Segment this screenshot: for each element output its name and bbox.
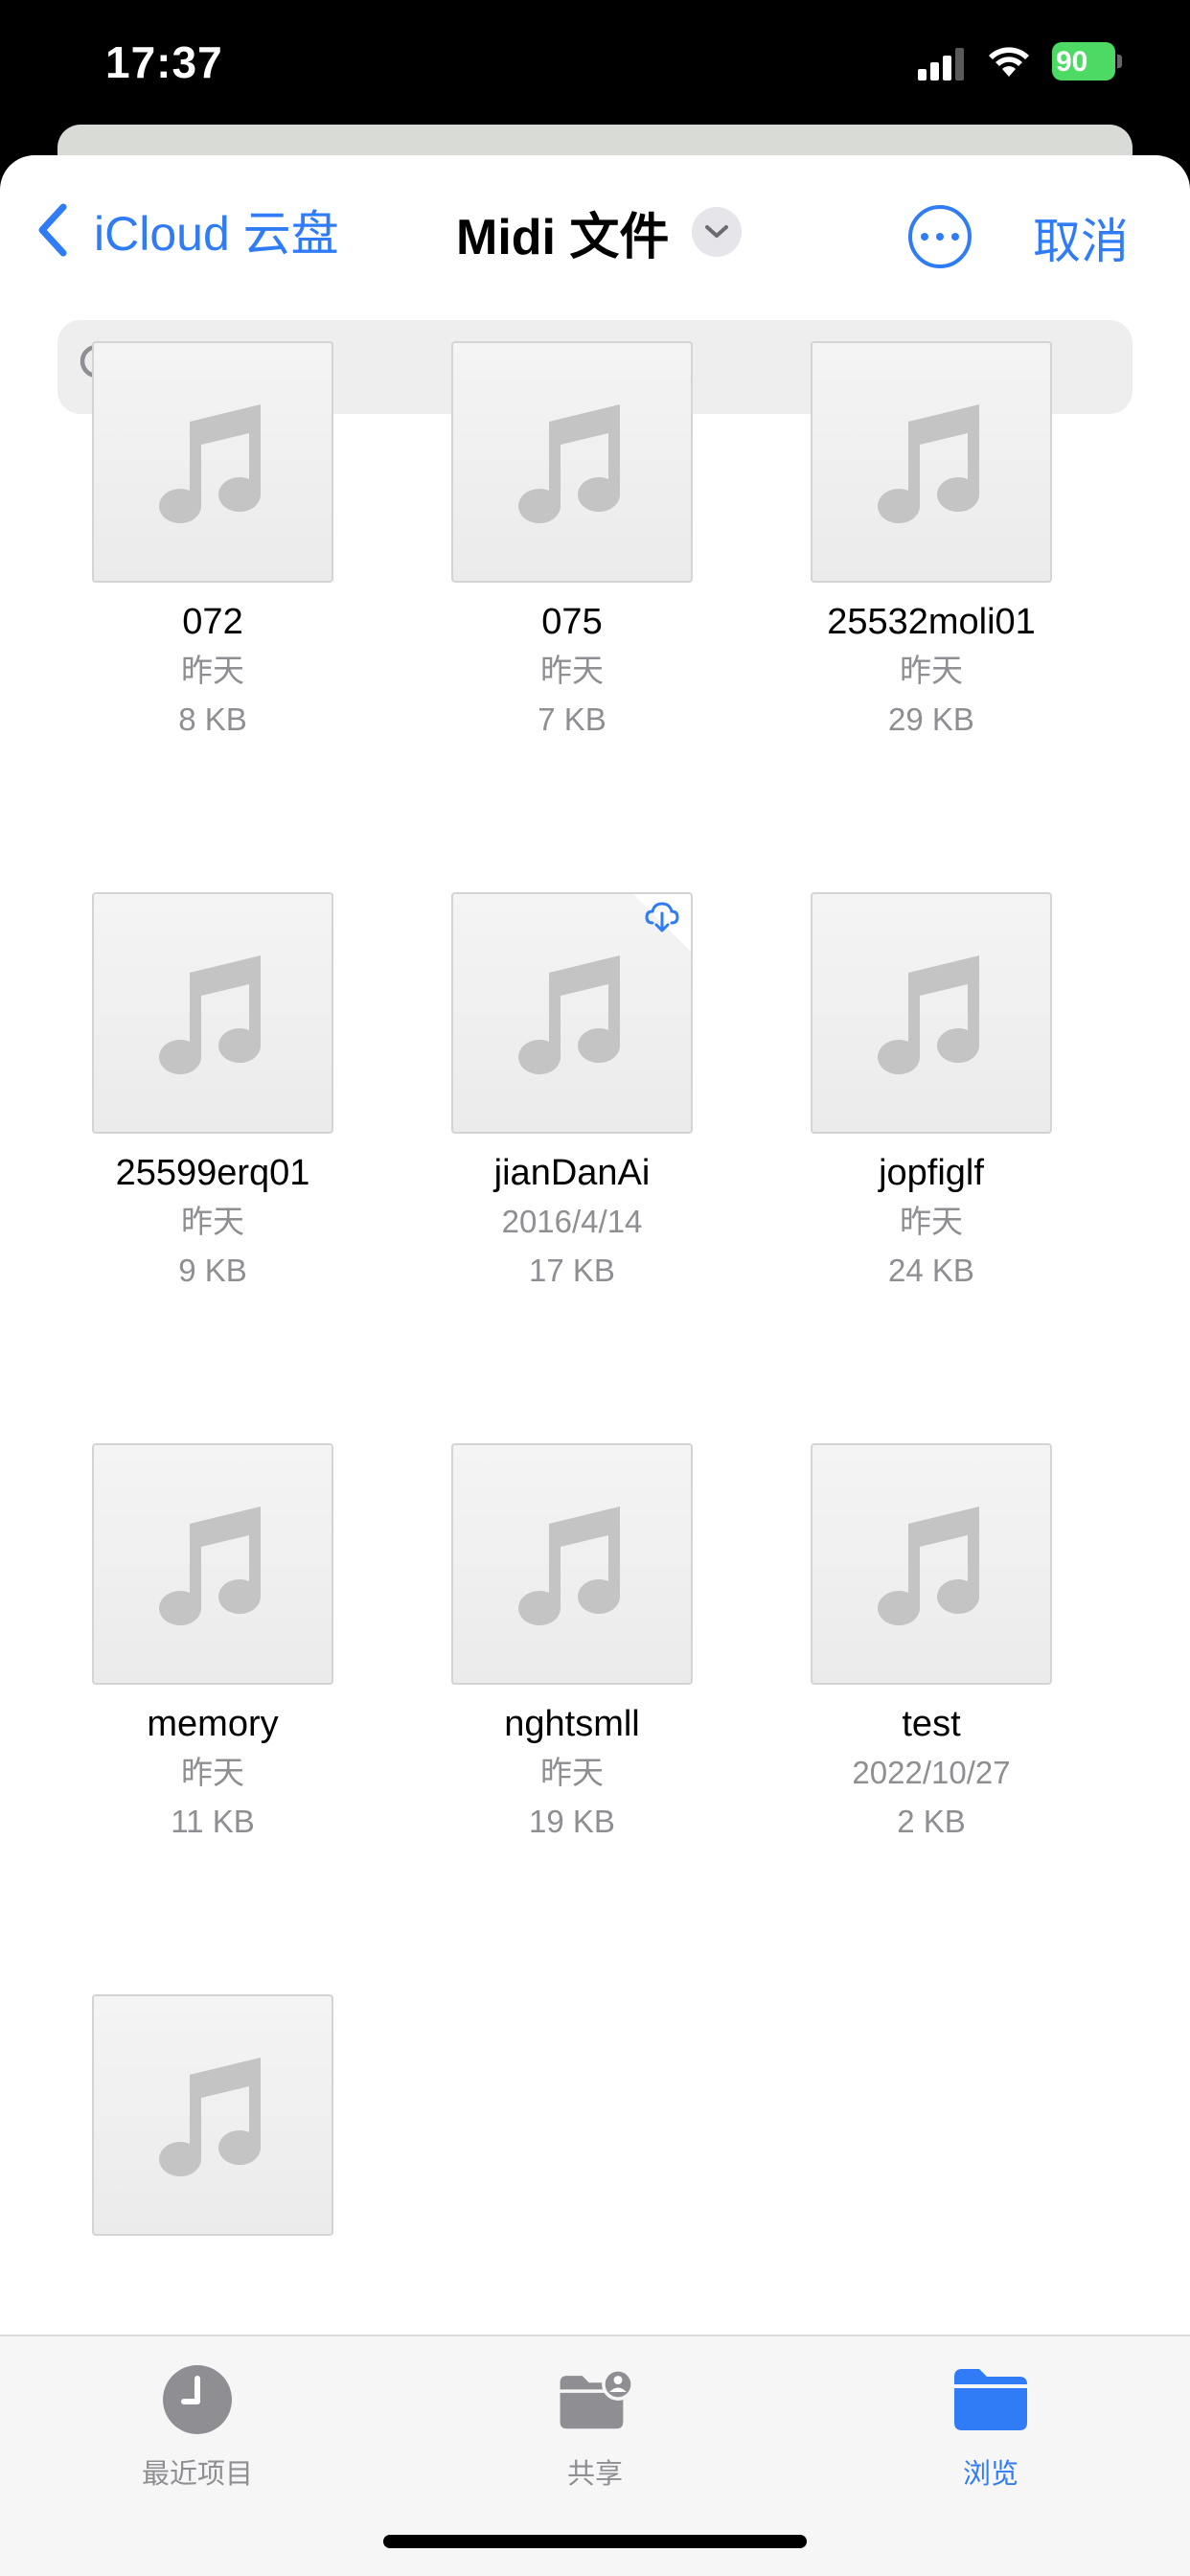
file-size: 17 KB xyxy=(529,1253,615,1288)
music-note-icon xyxy=(518,955,620,1074)
tab-browse-label: 浏览 xyxy=(962,2459,1018,2490)
back-button-label: iCloud 云盘 xyxy=(94,207,339,261)
file-thumbnail[interactable] xyxy=(92,892,333,1134)
file-browser-sheet: iCloud 云盘 Midi 文件 取消 072 昨天 8 KB 075 昨天 7 KB 2… xyxy=(0,155,1190,2576)
file-size: 24 KB xyxy=(888,1253,974,1288)
music-note-icon xyxy=(878,1506,979,1625)
file-size: 29 KB xyxy=(888,702,974,737)
music-note-icon xyxy=(159,2058,261,2176)
file-name: 25532moli01 xyxy=(827,602,1036,642)
music-note-icon xyxy=(159,955,261,1074)
status-time: 17:37 xyxy=(105,37,223,87)
battery-icon: 90 xyxy=(1052,42,1122,80)
tab-recents-label: 最近项目 xyxy=(141,2459,253,2490)
cellular-signal-icon xyxy=(918,48,964,80)
file-thumbnail[interactable] xyxy=(811,892,1052,1134)
status-bar: 17:37 90 xyxy=(0,0,1190,134)
file-date: 昨天 xyxy=(181,653,244,688)
file-thumbnail[interactable] xyxy=(92,341,333,583)
file-thumbnail[interactable] xyxy=(451,892,693,1134)
file-item[interactable]: jianDanAi 2016/4/14 17 KB xyxy=(428,892,716,1295)
wifi-icon xyxy=(989,47,1029,77)
file-thumbnail[interactable] xyxy=(811,1443,1052,1685)
file-name: 25599erq01 xyxy=(115,1153,310,1193)
file-date: 昨天 xyxy=(900,1204,963,1239)
file-item[interactable]: 25599erq01 昨天 9 KB xyxy=(69,892,356,1295)
file-name: jopfiglf xyxy=(879,1153,984,1193)
file-size: 7 KB xyxy=(538,702,606,737)
file-item[interactable]: memory 昨天 11 KB xyxy=(69,1443,356,1846)
music-note-icon xyxy=(878,955,979,1074)
file-item[interactable]: nghtsmll 昨天 19 KB xyxy=(428,1443,716,1846)
file-date: 昨天 xyxy=(540,653,604,688)
cloud-download-icon[interactable] xyxy=(633,894,691,952)
chevron-left-icon xyxy=(38,203,67,257)
file-date: 2022/10/27 xyxy=(852,1755,1011,1790)
clock-icon xyxy=(163,2365,232,2434)
music-note-icon xyxy=(159,404,261,523)
music-note-icon xyxy=(518,1506,620,1625)
more-options-icon[interactable] xyxy=(908,205,972,268)
file-name: test xyxy=(902,1704,961,1744)
file-name: nghtsmll xyxy=(504,1704,640,1744)
file-thumbnail[interactable] xyxy=(92,1443,333,1685)
file-size: 19 KB xyxy=(529,1804,615,1839)
file-item[interactable]: 075 昨天 7 KB xyxy=(428,341,716,744)
file-thumbnail[interactable] xyxy=(451,341,693,583)
page-title: Midi 文件 xyxy=(456,209,670,265)
file-name: 075 xyxy=(541,602,603,642)
tab-shared-label: 共享 xyxy=(566,2459,623,2490)
home-indicator xyxy=(383,2535,807,2548)
file-item[interactable]: 25532moli01 昨天 29 KB xyxy=(788,341,1075,744)
battery-level: 90 xyxy=(1056,46,1088,78)
music-note-icon xyxy=(878,404,979,523)
tab-browse[interactable]: 浏览 xyxy=(895,2361,1087,2492)
tab-shared[interactable]: 共享 xyxy=(499,2361,691,2492)
file-date: 昨天 xyxy=(900,653,963,688)
file-size: 2 KB xyxy=(897,1804,966,1839)
music-note-icon xyxy=(518,404,620,523)
file-name: 072 xyxy=(182,602,243,642)
file-item[interactable] xyxy=(69,1994,356,2251)
file-size: 11 KB xyxy=(171,1804,255,1839)
file-date: 昨天 xyxy=(540,1755,604,1790)
file-item[interactable]: 072 昨天 8 KB xyxy=(69,341,356,744)
music-note-icon xyxy=(159,1506,261,1625)
file-thumbnail[interactable] xyxy=(451,1443,693,1685)
tab-recents[interactable]: 最近项目 xyxy=(102,2361,293,2492)
file-item[interactable]: test 2022/10/27 2 KB xyxy=(788,1443,1075,1846)
file-name: jianDanAi xyxy=(493,1153,651,1193)
file-name: memory xyxy=(147,1704,279,1744)
cancel-button[interactable]: 取消 xyxy=(1033,203,1129,272)
file-date: 昨天 xyxy=(181,1204,244,1239)
file-item[interactable]: jopfiglf 昨天 24 KB xyxy=(788,892,1075,1295)
folder-icon xyxy=(954,2369,1027,2430)
folder-title[interactable]: Midi 文件 xyxy=(456,203,743,265)
shared-folder-icon xyxy=(560,2368,633,2429)
file-size: 9 KB xyxy=(178,1253,247,1288)
back-button[interactable]: iCloud 云盘 xyxy=(34,201,339,261)
file-size: 8 KB xyxy=(178,702,247,737)
file-date: 昨天 xyxy=(181,1755,244,1790)
file-thumbnail[interactable] xyxy=(811,341,1052,583)
file-thumbnail[interactable] xyxy=(92,1994,333,2236)
chevron-down-icon[interactable] xyxy=(692,207,743,257)
file-date: 2016/4/14 xyxy=(501,1204,643,1239)
